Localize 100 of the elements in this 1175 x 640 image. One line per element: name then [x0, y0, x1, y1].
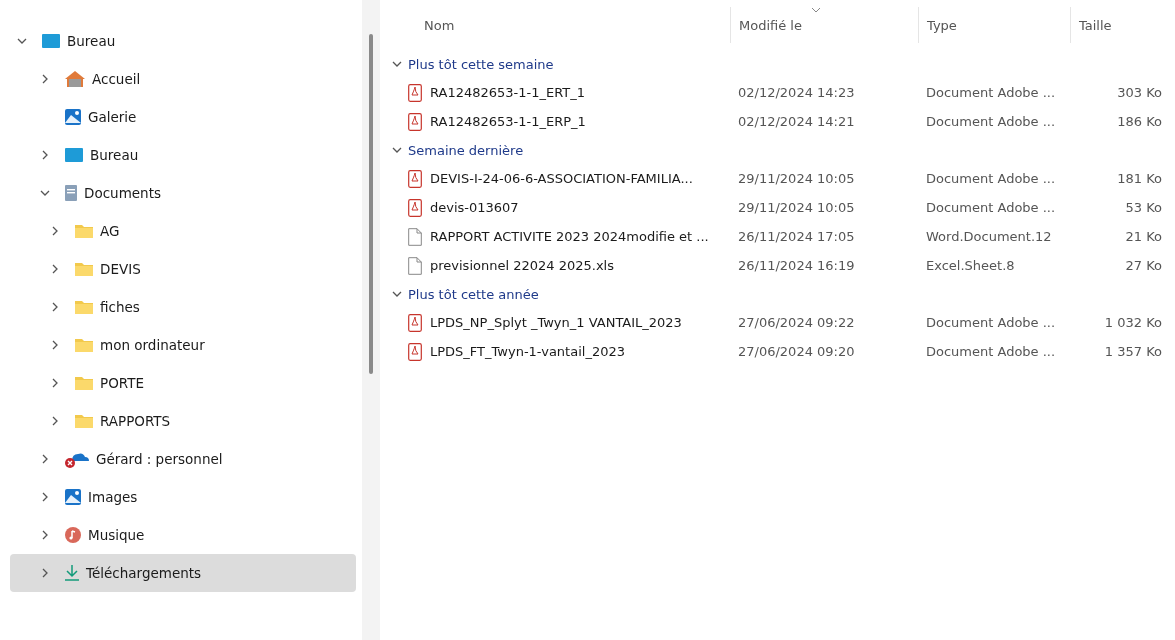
file-size: 53 Ko: [1124, 200, 1162, 215]
chevron-down-icon[interactable]: [392, 59, 402, 69]
nav-item[interactable]: Images: [10, 478, 356, 516]
nav-item[interactable]: Bureau: [10, 22, 356, 60]
file-row[interactable]: RA12482653-1-1_ERT_1 02/12/2024 14:23 Document Adobe ... 303 Ko: [388, 78, 1175, 107]
file-name: DEVIS-I-24-06-6-ASSOCIATION-FAMILIA...: [430, 171, 693, 186]
chevron-right-icon[interactable]: [40, 568, 50, 578]
column-header[interactable]: Modifié le: [730, 7, 918, 43]
file-size: 181 Ko: [1116, 171, 1162, 186]
group-header[interactable]: Plus tôt cette année: [388, 280, 1175, 308]
folder-icon: [74, 375, 94, 391]
nav-item[interactable]: Musique: [10, 516, 356, 554]
chevron-right-icon[interactable]: [40, 74, 50, 84]
folder-icon: [74, 261, 94, 277]
nav-item[interactable]: Documents: [10, 174, 356, 212]
file-row[interactable]: LPDS_NP_Splyt _Twyn_1 VANTAIL_2023 27/06/2024 09:22 Document Adobe ... 1 032 Ko: [388, 308, 1175, 337]
file-row[interactable]: devis-013607 29/11/2024 10:05 Document Adobe ... 53 Ko: [388, 193, 1175, 222]
column-header[interactable]: Nom: [388, 7, 730, 43]
column-header[interactable]: Type: [918, 7, 1070, 43]
file-name: LPDS_FT_Twyn-1-vantail_2023: [430, 344, 625, 359]
chevron-down-icon[interactable]: [17, 36, 27, 46]
file-row[interactable]: RA12482653-1-1_ERP_1 02/12/2024 14:21 Document Adobe ... 186 Ko: [388, 107, 1175, 136]
file-size: 1 032 Ko: [1103, 315, 1162, 330]
picture-icon: [64, 488, 82, 506]
scrollbar[interactable]: [362, 0, 380, 640]
file-type: Document Adobe ...: [925, 114, 1057, 129]
pdf-file-icon: [408, 112, 422, 131]
pdf-file-icon: [408, 169, 422, 188]
file-row[interactable]: DEVIS-I-24-06-6-ASSOCIATION-FAMILIA... 29/11/2024 10:05 Document Adobe ... 181 Ko: [388, 164, 1175, 193]
music-icon: [64, 526, 82, 544]
modified-date: 29/11/2024 10:05: [737, 171, 856, 186]
file-row[interactable]: previsionnel 22024 2025.xls 26/11/2024 16:19 Excel.Sheet.8 27 Ko: [388, 251, 1175, 280]
column-header[interactable]: Taille: [1070, 7, 1170, 43]
modified-date: 02/12/2024 14:23: [737, 85, 856, 100]
pdf-file-icon: [408, 342, 422, 361]
nav-item[interactable]: AG: [10, 212, 356, 250]
group-header[interactable]: Semaine dernière: [388, 136, 1175, 164]
file-icon: [408, 227, 422, 246]
group-header[interactable]: Plus tôt cette semaine: [388, 50, 1175, 78]
folder-icon: [74, 299, 94, 315]
chevron-right-icon[interactable]: [40, 530, 50, 540]
modified-date: 02/12/2024 14:21: [737, 114, 856, 129]
chevron-down-icon[interactable]: [392, 145, 402, 155]
chevron-right-icon[interactable]: [50, 264, 60, 274]
file-type: Document Adobe ...: [925, 200, 1057, 215]
file-name: devis-013607: [430, 200, 519, 215]
file-type: Document Adobe ...: [925, 315, 1057, 330]
folder-icon: [74, 337, 94, 353]
file-size: 1 357 Ko: [1103, 344, 1162, 359]
nav-item[interactable]: fiches: [10, 288, 356, 326]
file-name: LPDS_NP_Splyt _Twyn_1 VANTAIL_2023: [430, 315, 682, 330]
nav-item[interactable]: RAPPORTS: [10, 402, 356, 440]
nav-item[interactable]: Téléchargements: [10, 554, 356, 592]
modified-date: 29/11/2024 10:05: [737, 200, 856, 215]
pdf-file-icon: [408, 313, 422, 332]
chevron-down-icon[interactable]: [40, 188, 50, 198]
pdf-file-icon: [408, 83, 422, 102]
nav-item[interactable]: DEVIS: [10, 250, 356, 288]
desktop-icon: [41, 33, 61, 49]
modified-date: 26/11/2024 16:19: [737, 258, 856, 273]
chevron-right-icon[interactable]: [40, 492, 50, 502]
nav-item[interactable]: Galerie: [10, 98, 356, 136]
nav-item[interactable]: PORTE: [10, 364, 356, 402]
modified-date: 26/11/2024 17:05: [737, 229, 856, 244]
nav-item[interactable]: Gérard : personnel: [10, 440, 356, 478]
folder-icon: [74, 223, 94, 239]
chevron-right-icon[interactable]: [50, 378, 60, 388]
file-icon: [408, 256, 422, 275]
modified-date: 27/06/2024 09:22: [737, 315, 856, 330]
pdf-file-icon: [408, 198, 422, 217]
chevron-down-icon[interactable]: [392, 289, 402, 299]
file-name: RAPPORT ACTIVITE 2023 2024modifie et ...: [430, 229, 709, 244]
desktop-icon: [64, 147, 84, 163]
nav-item[interactable]: Accueil: [10, 60, 356, 98]
file-size: 21 Ko: [1124, 229, 1162, 244]
chevron-right-icon[interactable]: [50, 340, 60, 350]
chevron-right-icon[interactable]: [50, 226, 60, 236]
nav-item[interactable]: Bureau: [10, 136, 356, 174]
file-name: previsionnel 22024 2025.xls: [430, 258, 614, 273]
folder-icon: [74, 413, 94, 429]
file-type: Document Adobe ...: [925, 171, 1057, 186]
chevron-right-icon[interactable]: [40, 454, 50, 464]
file-name: RA12482653-1-1_ERT_1: [430, 85, 585, 100]
file-size: 27 Ko: [1124, 258, 1162, 273]
picture-icon: [64, 108, 82, 126]
chevron-right-icon[interactable]: [40, 150, 50, 160]
file-name: RA12482653-1-1_ERP_1: [430, 114, 586, 129]
modified-date: 27/06/2024 09:20: [737, 344, 856, 359]
document-icon: [64, 184, 78, 202]
file-row[interactable]: LPDS_FT_Twyn-1-vantail_2023 27/06/2024 09:20 Document Adobe ... 1 357 Ko: [388, 337, 1175, 366]
download-icon: [64, 564, 80, 582]
file-row[interactable]: RAPPORT ACTIVITE 2023 2024modifie et ... 26/11/2024 17:05 Word.Document.12 21 Ko: [388, 222, 1175, 251]
home-icon: [64, 70, 86, 88]
file-type: Document Adobe ...: [925, 85, 1057, 100]
nav-item[interactable]: mon ordinateur: [10, 326, 356, 364]
file-size: 303 Ko: [1116, 85, 1162, 100]
chevron-right-icon[interactable]: [50, 416, 60, 426]
chevron-right-icon[interactable]: [50, 302, 60, 312]
file-size: 186 Ko: [1116, 114, 1162, 129]
file-type: Document Adobe ...: [925, 344, 1057, 359]
